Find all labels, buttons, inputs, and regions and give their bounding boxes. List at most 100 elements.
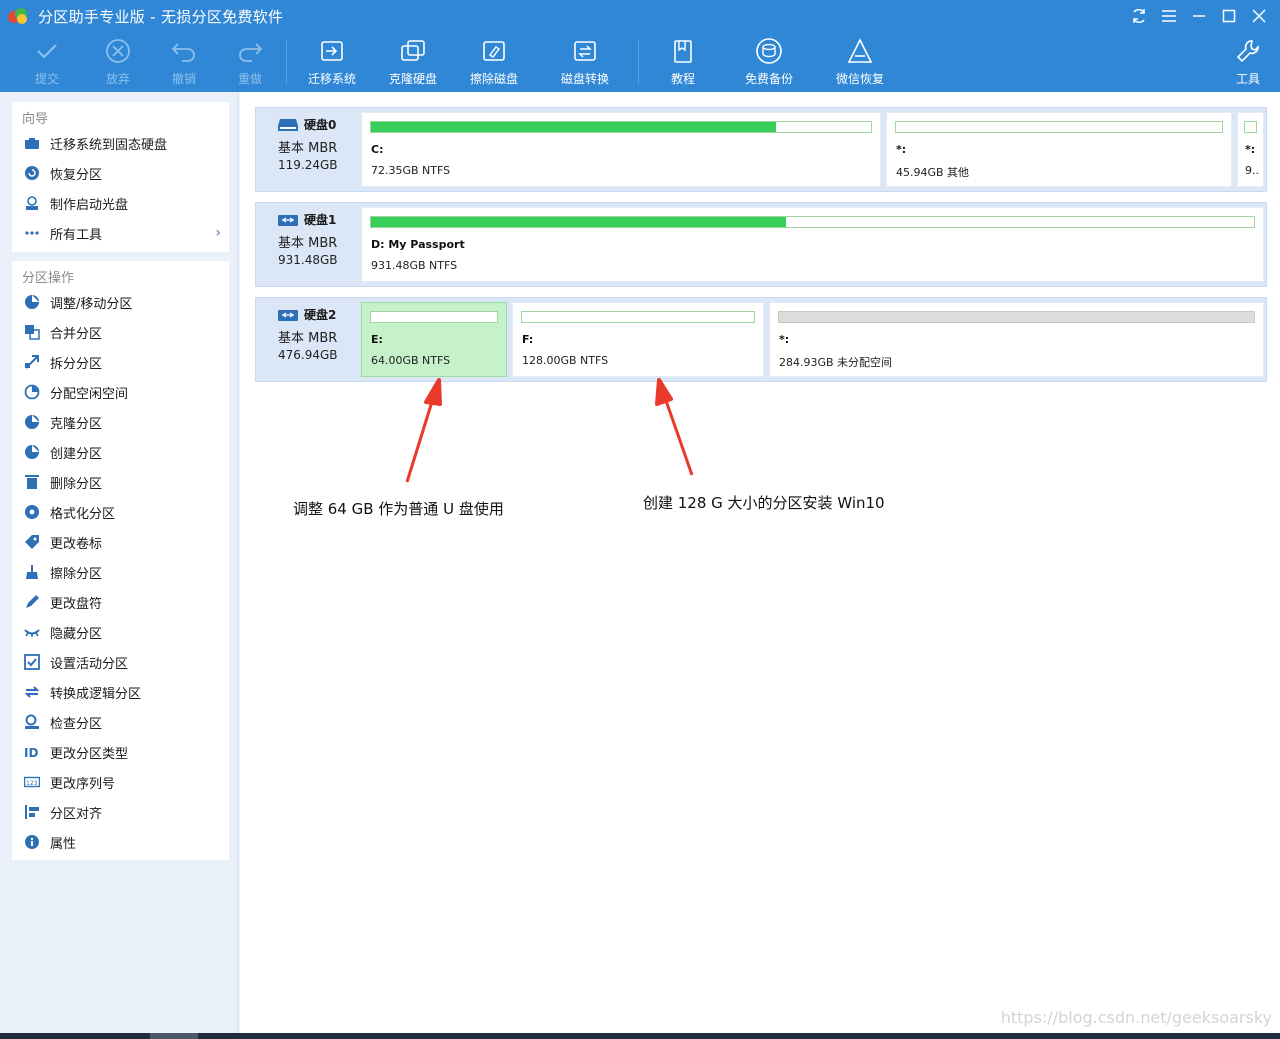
undo-button[interactable]: 撤销 [149,36,219,88]
undo-icon [171,43,195,62]
migrate-disk-icon [321,41,343,61]
info-icon [24,834,40,850]
refresh-icon[interactable] [1124,0,1154,32]
sidebar-item-label: 所有工具 [50,227,103,243]
sidebar-item-label: 属性 [50,836,77,852]
sidebar-item-recover-partition[interactable]: 恢复分区 [12,158,229,188]
sidebar-item-label: 检查分区 [50,716,103,732]
sidebar-item-op[interactable]: 设置活动分区 [12,647,229,677]
sidebar-item-op[interactable]: 调整/移动分区 [12,287,229,317]
maximize-icon[interactable] [1214,0,1244,32]
sidebar-item-label: 克隆分区 [50,416,103,432]
free-backup-button[interactable]: 免费备份 [734,36,804,88]
sidebar-item-op[interactable]: 123 更改序列号 [12,767,229,797]
clone-icon [24,414,40,430]
sidebar-item-label: 更改分区类型 [50,746,129,762]
redo-button[interactable]: 重做 [215,36,285,88]
sidebar-item-op[interactable]: 属性 [12,827,229,857]
migrate-os-button[interactable]: 迁移系统 [297,36,367,88]
disk-convert-button[interactable]: 磁盘转换 [550,36,620,88]
sidebar-item-label: 迁移系统到固态硬盘 [50,137,168,153]
annotation-text-left: 调整 64 GB 作为普通 U 盘使用 [293,500,504,518]
annotation-arrow-right [655,378,694,476]
tutorial-label: 教程 [670,72,695,86]
main-toolbar: 提交 放弃 撤销 重做 迁移系统 克隆硬盘 擦除磁盘 磁盘转换 教程 免费备份 … [0,32,1280,90]
sidebar-item-label: 制作启动光盘 [50,197,129,213]
split-icon [24,354,40,370]
wizard-title: 向导 [22,112,49,127]
commit-button[interactable]: 提交 [12,36,82,88]
sidebar-item-op[interactable]: ID 更改分区类型 [12,737,229,767]
toolbar-divider [286,40,287,84]
hide-icon [24,624,40,640]
create-icon [24,444,40,460]
undo-label: 撤销 [171,72,196,86]
sidebar-item-label: 更改序列号 [50,776,116,792]
sidebar-item-op[interactable]: 格式化分区 [12,497,229,527]
convert-icon [24,684,40,700]
sidebar-item-op[interactable]: 合并分区 [12,317,229,347]
redo-label: 重做 [237,72,262,86]
discard-button[interactable]: 放弃 [83,36,153,88]
annotation-arrow-left [405,378,442,483]
id-icon: ID [24,744,40,760]
sidebar-item-op[interactable]: 克隆分区 [12,407,229,437]
book-icon [674,40,692,63]
format-icon [24,504,40,520]
sidebar-item-migrate-ssd[interactable]: 迁移系统到固态硬盘 [12,128,229,158]
sidebar-item-label: 调整/移动分区 [50,296,133,312]
sidebar-item-op[interactable]: 检查分区 [12,707,229,737]
toolbar-divider [638,40,639,84]
wipe-icon [24,564,40,580]
sidebar-item-op[interactable]: 分区对齐 [12,797,229,827]
disk-convert-label: 磁盘转换 [560,72,609,86]
sidebar-item-boot-disk[interactable]: 制作启动光盘 [12,188,229,218]
wrench-icon [1236,40,1259,63]
sidebar-item-label: 合并分区 [50,326,103,342]
discard-label: 放弃 [105,72,130,86]
minimize-icon[interactable] [1184,0,1214,32]
bootdisk-icon [24,195,40,211]
tools-button[interactable]: 工具 [1213,36,1280,88]
app-logo-icon [8,8,30,24]
sidebar-item-label: 恢复分区 [50,167,103,183]
main-area: 向导 迁移系统到固态硬盘 恢复分区 制作启动光盘 所有工具 › 分区操作 调整/ [0,92,1280,1033]
resize-icon [24,294,40,310]
sidebar-item-op[interactable]: 删除分区 [12,467,229,497]
sidebar-item-op[interactable]: 分配空闲空间 [12,377,229,407]
check-icon [37,44,57,59]
tutorial-button[interactable]: 教程 [648,36,718,88]
sidebar: 向导 迁移系统到固态硬盘 恢复分区 制作启动光盘 所有工具 › 分区操作 调整/ [0,92,238,1033]
align-icon [24,804,40,820]
wipe-disk-button[interactable]: 擦除磁盘 [459,36,529,88]
sidebar-item-label: 分配空闲空间 [50,386,129,402]
sidebar-item-label: 更改卷标 [50,536,103,552]
wizard-panel: 向导 迁移系统到固态硬盘 恢复分区 制作启动光盘 所有工具 › [12,102,229,252]
serial-icon: 123 [24,774,40,790]
sidebar-item-op[interactable]: 隐藏分区 [12,617,229,647]
label-icon [24,534,40,550]
clone-disk-icon [401,40,425,61]
sidebar-item-label: 创建分区 [50,446,103,462]
sidebar-item-op[interactable]: 更改卷标 [12,527,229,557]
sidebar-item-op[interactable]: 拆分分区 [12,347,229,377]
svg-text:123: 123 [26,780,38,787]
sidebar-item-all-tools[interactable]: 所有工具 › [12,218,229,248]
free-backup-label: 免费备份 [744,72,793,86]
delete-icon [24,474,40,490]
sidebar-item-op[interactable]: 更改盘符 [12,587,229,617]
recover-icon [24,165,40,181]
convert-disk-icon [574,41,596,61]
wechat-recover-button[interactable]: 微信恢复 [825,36,895,88]
clone-disk-button[interactable]: 克隆硬盘 [378,36,448,88]
sidebar-item-op[interactable]: 转换成逻辑分区 [12,677,229,707]
sidebar-item-label: 删除分区 [50,476,103,492]
partition-ops-panel: 分区操作 调整/移动分区 合并分区 拆分分区 分配空闲空间 克隆分区 创建分区 删除分区 格式… [12,261,229,860]
wechat-recover-label: 微信恢复 [835,72,884,86]
close-icon[interactable] [1244,0,1274,32]
watermark: https://blog.csdn.net/geeksoarsky [1000,1008,1272,1027]
sidebar-item-op[interactable]: 擦除分区 [12,557,229,587]
menu-icon[interactable] [1154,0,1184,32]
check-icon [24,714,40,730]
sidebar-item-op[interactable]: 创建分区 [12,437,229,467]
